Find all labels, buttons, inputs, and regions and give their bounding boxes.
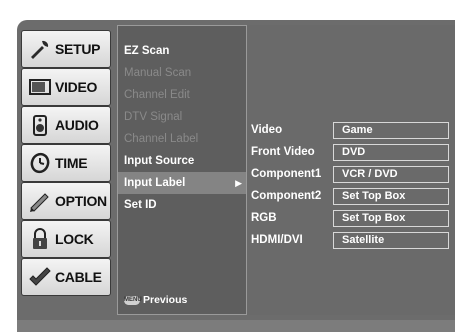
tab-setup[interactable]: SETUP bbox=[21, 30, 111, 68]
input-label-row[interactable]: RGB Set Top Box bbox=[247, 208, 455, 228]
setup-icon bbox=[27, 36, 53, 62]
input-label-row[interactable]: Video Game bbox=[247, 120, 455, 140]
tab-audio[interactable]: AUDIO bbox=[21, 106, 111, 144]
menu-item-ez-scan[interactable]: EZ Scan bbox=[118, 40, 246, 62]
chevron-right-icon: ▶ bbox=[235, 178, 242, 188]
menu-item-input-source[interactable]: Input Source bbox=[118, 150, 246, 172]
menu-item-input-label[interactable]: Input Label ▶ bbox=[118, 172, 246, 194]
input-label-value[interactable]: DVD bbox=[333, 144, 449, 161]
input-label-panel: Video Game Front Video DVD Component1 VC… bbox=[247, 25, 455, 315]
input-label-row[interactable]: Front Video DVD bbox=[247, 142, 455, 162]
input-label-value[interactable]: Set Top Box bbox=[333, 210, 449, 227]
tab-time[interactable]: TIME bbox=[21, 144, 111, 182]
osd-menu-frame: SETUP VIDEO AUDIO TIME OPTION LOCK CABLE… bbox=[17, 20, 455, 332]
input-label-value[interactable]: VCR / DVD bbox=[333, 166, 449, 183]
input-label-value[interactable]: Set Top Box bbox=[333, 188, 449, 205]
previous-hint[interactable]: MENU Previous bbox=[124, 294, 187, 306]
menu-item-manual-scan: Manual Scan bbox=[124, 67, 192, 79]
tab-option[interactable]: OPTION bbox=[21, 182, 111, 220]
input-label-row[interactable]: Component2 Set Top Box bbox=[247, 186, 455, 206]
menu-item-dtv-signal: DTV Signal bbox=[124, 111, 183, 123]
audio-icon bbox=[27, 112, 53, 138]
setup-submenu: EZ Scan Manual Scan Channel Edit DTV Sig… bbox=[117, 25, 247, 315]
video-icon bbox=[27, 74, 53, 100]
menu-item-channel-edit: Channel Edit bbox=[124, 89, 190, 101]
menu-button-icon: MENU bbox=[124, 295, 142, 305]
tab-cable[interactable]: CABLE bbox=[21, 258, 111, 296]
input-label-row[interactable]: Component1 VCR / DVD bbox=[247, 164, 455, 184]
cable-icon bbox=[27, 264, 53, 290]
tab-video[interactable]: VIDEO bbox=[21, 68, 111, 106]
input-label-value[interactable]: Satellite bbox=[333, 232, 449, 249]
input-label-row[interactable]: HDMI/DVI Satellite bbox=[247, 230, 455, 250]
lock-icon bbox=[27, 226, 53, 252]
input-label-value[interactable]: Game bbox=[333, 122, 449, 139]
bottom-bar bbox=[17, 320, 455, 332]
tab-lock[interactable]: LOCK bbox=[21, 220, 111, 258]
time-icon bbox=[27, 150, 53, 176]
option-icon bbox=[27, 188, 53, 214]
menu-item-channel-label: Channel Label bbox=[124, 133, 199, 145]
menu-item-set-id[interactable]: Set ID bbox=[118, 194, 246, 216]
